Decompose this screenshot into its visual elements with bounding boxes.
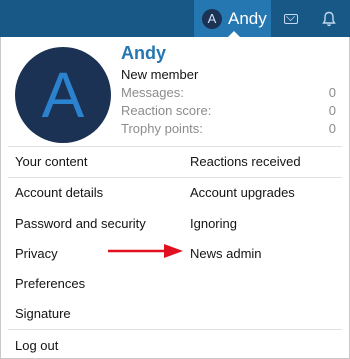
divider	[8, 329, 342, 330]
envelope-icon	[284, 13, 298, 24]
menu-preferences[interactable]: Preferences	[15, 276, 85, 292]
alerts-button[interactable]	[310, 0, 348, 37]
profile-user-title: New member	[121, 67, 199, 82]
divider	[8, 177, 342, 178]
menu-pointer	[228, 31, 240, 37]
menu-your-content[interactable]: Your content	[15, 154, 88, 170]
stat-label: Messages:	[121, 85, 184, 100]
account-tab-username: Andy	[228, 8, 267, 28]
inbox-button[interactable]	[272, 0, 310, 37]
menu-account-details[interactable]: Account details	[15, 185, 103, 201]
profile-avatar[interactable]: A	[15, 47, 111, 143]
stat-messages: Messages: 0	[121, 85, 336, 100]
menu-ignoring[interactable]: Ignoring	[190, 216, 237, 232]
profile-username[interactable]: Andy	[121, 43, 166, 64]
top-navigation-bar: A Andy	[0, 0, 350, 37]
menu-account-upgrades[interactable]: Account upgrades	[190, 185, 295, 201]
stat-label: Reaction score:	[121, 103, 212, 118]
bell-icon	[322, 11, 336, 26]
stat-value: 0	[328, 85, 336, 100]
menu-reactions-received[interactable]: Reactions received	[190, 154, 301, 170]
menu-password-security[interactable]: Password and security	[15, 216, 146, 232]
menu-privacy[interactable]: Privacy	[15, 246, 58, 262]
menu-log-out[interactable]: Log out	[15, 338, 58, 354]
account-tab-avatar: A	[202, 8, 222, 29]
stat-trophy-points: Trophy points: 0	[121, 121, 336, 136]
pointer-arrow-icon	[108, 244, 183, 258]
stat-label: Trophy points:	[121, 121, 203, 136]
menu-news-admin[interactable]: News admin	[190, 246, 262, 262]
stat-reaction-score: Reaction score: 0	[121, 103, 336, 118]
stat-value: 0	[328, 121, 336, 136]
menu-signature[interactable]: Signature	[15, 306, 71, 322]
divider	[8, 146, 342, 147]
profile-avatar-letter: A	[41, 59, 85, 131]
stat-value: 0	[328, 103, 336, 118]
